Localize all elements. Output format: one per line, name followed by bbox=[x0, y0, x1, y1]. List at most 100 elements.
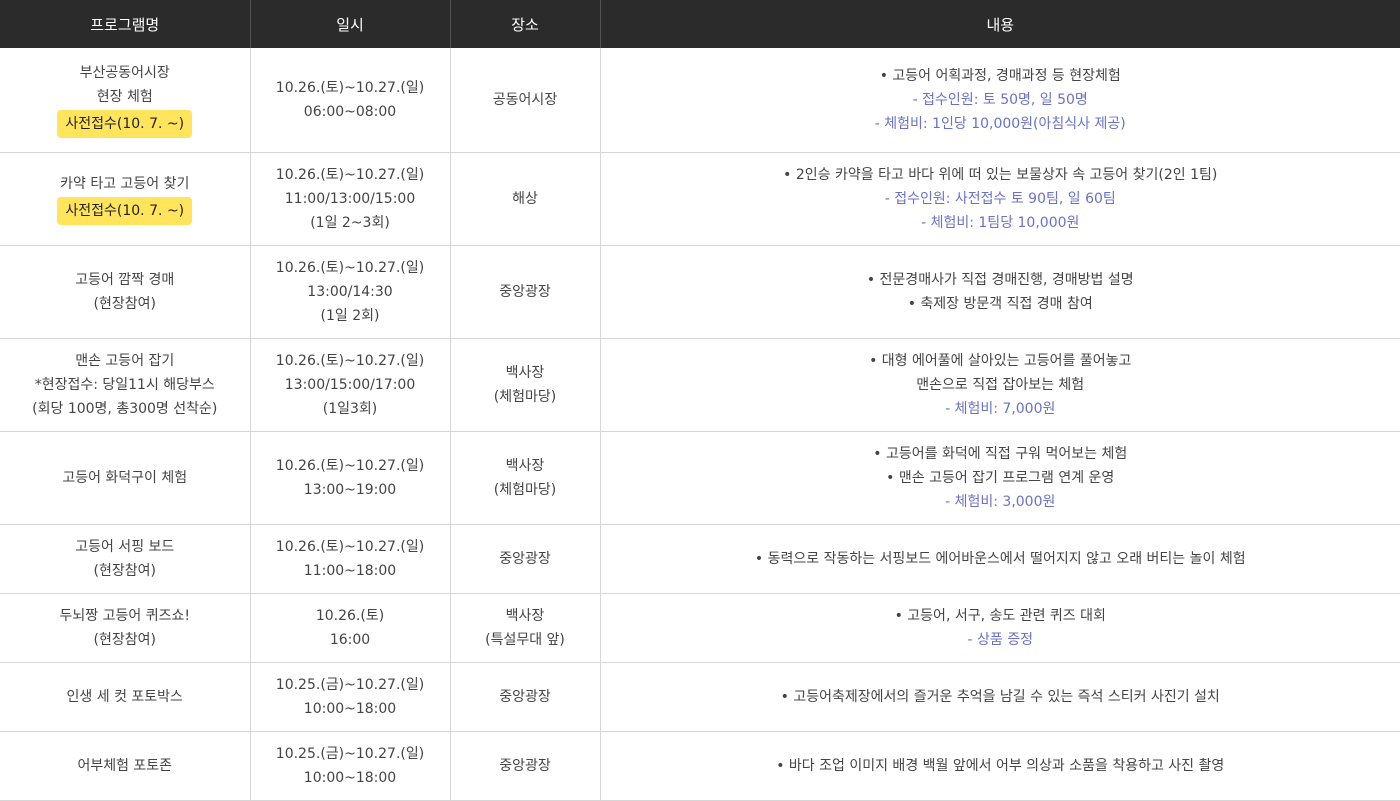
program-name-line: 부산공동어시장 bbox=[79, 65, 170, 82]
content-line: • 고등어, 서구, 송도 관련 퀴즈 대회 bbox=[894, 607, 1106, 624]
header-place: 장소 bbox=[450, 0, 601, 48]
place-line: 백사장 bbox=[505, 607, 545, 624]
datetime-line: 11:00~18:00 bbox=[303, 562, 397, 579]
table-row: 어부체험 포토존 10.25.(금)~10.27.(일) 10:00~18:00 중앙… bbox=[0, 731, 1400, 801]
program-cell: 어부체험 포토존 bbox=[0, 731, 251, 801]
content-line: • 대형 에어풀에 살아있는 고등어를 풀어놓고 bbox=[869, 352, 1132, 369]
place-line: 해상 bbox=[512, 190, 538, 207]
table-row: 고등어 깜짝 경매 (현장참여) 10.26.(토)~10.27.(일) 13:00/… bbox=[0, 245, 1400, 339]
table-row: 부산공동어시장현장 체험사전접수(10. 7. ~) 10.26.(토)~10.2… bbox=[0, 48, 1400, 153]
table-row: 인생 세 컷 포토박스 10.25.(금)~10.27.(일) 10:00~18:0… bbox=[0, 662, 1400, 732]
table-row: 카약 타고 고등어 찾기사전접수(10. 7. ~) 10.26.(토)~10.2… bbox=[0, 152, 1400, 246]
content-detail-line: - 체험비: 1팀당 10,000원 bbox=[921, 214, 1080, 231]
datetime-line: 06:00~08:00 bbox=[303, 103, 397, 120]
place-line: 백사장 bbox=[505, 457, 545, 474]
content-cell: • 고등어를 화덕에 직접 구워 먹어보는 체험 • 맨손 고등어 잡기 프로그램… bbox=[600, 431, 1400, 525]
place-cell: 중앙광장 bbox=[450, 245, 601, 339]
badge-wrapper: 사전접수(10. 7. ~) bbox=[6, 109, 244, 139]
table-header: 프로그램명 일시 장소 내용 bbox=[0, 0, 1400, 48]
table-body: 부산공동어시장현장 체험사전접수(10. 7. ~) 10.26.(토)~10.2… bbox=[0, 48, 1400, 801]
place-cell: 백사장 (체험마당) bbox=[450, 431, 601, 525]
datetime-line: 10.26.(토)~10.27.(일) bbox=[275, 538, 425, 555]
place-line: (체험마당) bbox=[493, 388, 557, 405]
program-name-line: (현장참여) bbox=[93, 631, 156, 648]
datetime-line: 10:00~18:00 bbox=[303, 769, 397, 786]
program-table: 프로그램명 일시 장소 내용 부산공동어시장현장 체험사전접수(10. 7. ~… bbox=[0, 0, 1400, 801]
datetime-line: 10.25.(금)~10.27.(일) bbox=[275, 676, 425, 693]
datetime-cell: 10.26.(토)~10.27.(일) 13:00/14:30 (1일 2회) bbox=[250, 245, 451, 339]
program-name-line: *현장접수: 당일11시 해당부스 bbox=[34, 376, 215, 393]
datetime-cell: 10.25.(금)~10.27.(일) 10:00~18:00 bbox=[250, 731, 451, 801]
program-name-line: 현장 체험 bbox=[96, 89, 153, 106]
content-cell: • 고등어축제장에서의 즐거운 추억을 남길 수 있는 즉석 스티커 사진기 설… bbox=[600, 662, 1400, 732]
datetime-line: 13:00/15:00/17:00 bbox=[284, 376, 416, 393]
place-line: 중앙광장 bbox=[499, 283, 551, 300]
datetime-cell: 10.25.(금)~10.27.(일) 10:00~18:00 bbox=[250, 662, 451, 732]
header-datetime: 일시 bbox=[250, 0, 451, 48]
pre-registration-badge: 사전접수(10. 7. ~) bbox=[57, 197, 193, 225]
content-line: • 고등어축제장에서의 즐거운 추억을 남길 수 있는 즉석 스티커 사진기 설… bbox=[780, 688, 1220, 705]
table-row: 두뇌짱 고등어 퀴즈쇼! (현장참여) 10.26.(토) 16:00 백사장 (특설무대… bbox=[0, 593, 1400, 663]
program-name-line: (현장참여) bbox=[93, 562, 156, 579]
table-row: 맨손 고등어 잡기 *현장접수: 당일11시 해당부스 (회당 100명, 총300… bbox=[0, 338, 1400, 432]
content-detail-line: - 상품 증정 bbox=[967, 631, 1033, 648]
program-name-line: 고등어 서핑 보드 bbox=[75, 538, 175, 555]
place-cell: 백사장 (특설무대 앞) bbox=[450, 593, 601, 663]
program-cell: 고등어 서핑 보드 (현장참여) bbox=[0, 524, 251, 594]
header-content: 내용 bbox=[600, 0, 1400, 48]
content-cell: • 2인승 카약을 타고 바다 위에 떠 있는 보물상자 속 고등어 찾기(2인… bbox=[600, 152, 1400, 246]
program-cell: 고등어 깜짝 경매 (현장참여) bbox=[0, 245, 251, 339]
program-name-line: 카약 타고 고등어 찾기 bbox=[60, 176, 190, 192]
place-line: 공동어시장 bbox=[492, 91, 558, 108]
datetime-line: (1일 2~3회) bbox=[310, 214, 390, 231]
place-line: (특설무대 앞) bbox=[485, 631, 565, 648]
datetime-line: 10.26.(토)~10.27.(일) bbox=[275, 259, 425, 276]
content-cell: • 바다 조업 이미지 배경 백월 앞에서 어부 의상과 소품을 착용하고 사진… bbox=[600, 731, 1400, 801]
datetime-line: 10.26.(토)~10.27.(일) bbox=[275, 352, 425, 369]
place-cell: 해상 bbox=[450, 152, 601, 246]
place-line: 중앙광장 bbox=[499, 550, 551, 567]
content-cell: • 대형 에어풀에 살아있는 고등어를 풀어놓고 맨손으로 직접 잡아보는 체험 -… bbox=[600, 338, 1400, 432]
pre-registration-badge: 사전접수(10. 7. ~) bbox=[57, 110, 193, 139]
datetime-line: 10.26.(토) bbox=[315, 607, 385, 624]
content-cell: • 고등어 어획과정, 경매과정 등 현장체험 - 접수인원: 토 50명, 일 … bbox=[600, 48, 1400, 153]
place-cell: 중앙광장 bbox=[450, 731, 601, 801]
program-name-line: (현장참여) bbox=[93, 295, 156, 312]
datetime-line: 10.26.(토)~10.27.(일) bbox=[275, 79, 425, 96]
header-row: 프로그램명 일시 장소 내용 bbox=[0, 0, 1400, 48]
content-line: • 전문경매사가 직접 경매진행, 경매방법 설명 bbox=[866, 271, 1134, 288]
content-line: • 2인승 카약을 타고 바다 위에 떠 있는 보물상자 속 고등어 찾기(2인… bbox=[783, 166, 1218, 183]
place-cell: 백사장 (체험마당) bbox=[450, 338, 601, 432]
content-detail-line: - 접수인원: 사전접수 토 90팀, 일 60팀 bbox=[884, 190, 1116, 207]
content-line: • 바다 조업 이미지 배경 백월 앞에서 어부 의상과 소품을 착용하고 사진… bbox=[776, 757, 1225, 774]
header-program: 프로그램명 bbox=[0, 0, 251, 48]
program-cell: 인생 세 컷 포토박스 bbox=[0, 662, 251, 732]
content-line: • 축제장 방문객 직접 경매 참여 bbox=[907, 295, 1093, 312]
datetime-line: 10:00~18:00 bbox=[303, 700, 397, 717]
content-detail-line: - 접수인원: 토 50명, 일 50명 bbox=[912, 91, 1088, 108]
content-line: • 맨손 고등어 잡기 프로그램 연계 운영 bbox=[886, 469, 1115, 486]
place-line: 중앙광장 bbox=[499, 688, 551, 705]
table-row: 고등어 화덕구이 체험 10.26.(토)~10.27.(일) 13:00~19:0… bbox=[0, 431, 1400, 525]
datetime-cell: 10.26.(토)~10.27.(일) 11:00/13:00/15:00 (1일 … bbox=[250, 152, 451, 246]
program-cell: 두뇌짱 고등어 퀴즈쇼! (현장참여) bbox=[0, 593, 251, 663]
datetime-cell: 10.26.(토)~10.27.(일) 13:00~19:00 bbox=[250, 431, 451, 525]
datetime-cell: 10.26.(토)~10.27.(일) 11:00~18:00 bbox=[250, 524, 451, 594]
program-name-line: 맨손 고등어 잡기 bbox=[75, 352, 175, 369]
program-cell: 고등어 화덕구이 체험 bbox=[0, 431, 251, 525]
place-cell: 중앙광장 bbox=[450, 524, 601, 594]
place-line: 중앙광장 bbox=[499, 757, 551, 774]
program-name-line: 인생 세 컷 포토박스 bbox=[66, 688, 183, 705]
content-line: 맨손으로 직접 잡아보는 체험 bbox=[916, 376, 1085, 393]
content-detail-line: - 체험비: 1인당 10,000원(아침식사 제공) bbox=[874, 115, 1126, 132]
table-row: 고등어 서핑 보드 (현장참여) 10.26.(토)~10.27.(일) 11:00~… bbox=[0, 524, 1400, 594]
content-detail-line: - 체험비: 3,000원 bbox=[945, 493, 1056, 510]
program-cell: 맨손 고등어 잡기 *현장접수: 당일11시 해당부스 (회당 100명, 총300… bbox=[0, 338, 251, 432]
program-name-line: 고등어 깜짝 경매 bbox=[75, 271, 175, 288]
datetime-line: 11:00/13:00/15:00 bbox=[284, 190, 416, 207]
place-line: 백사장 bbox=[505, 364, 545, 381]
place-cell: 공동어시장 bbox=[450, 48, 601, 153]
content-cell: • 전문경매사가 직접 경매진행, 경매방법 설명 • 축제장 방문객 직접 경매… bbox=[600, 245, 1400, 339]
place-cell: 중앙광장 bbox=[450, 662, 601, 732]
datetime-line: 10.25.(금)~10.27.(일) bbox=[275, 745, 425, 762]
